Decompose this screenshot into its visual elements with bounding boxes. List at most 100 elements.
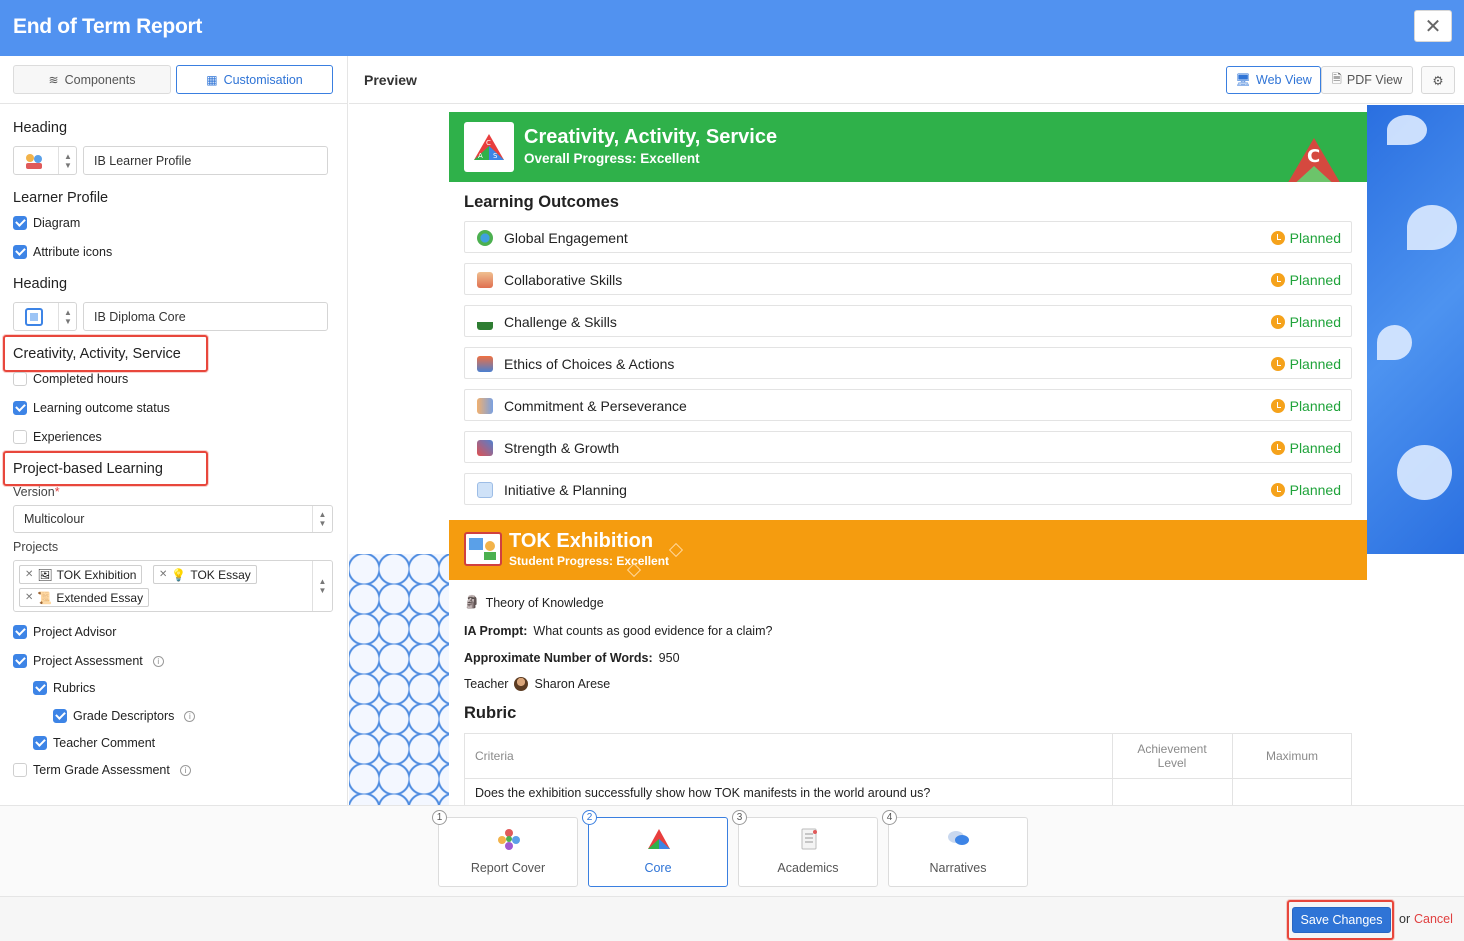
learning-outcome-status-checkbox[interactable]: [13, 401, 27, 415]
rubric-row-criteria: Does the exhibition successfully show ho…: [475, 786, 931, 800]
chevron-updown-icon: ▲ ▼: [312, 561, 332, 611]
knowledge-icon: 🗿: [464, 595, 480, 609]
grade-descriptors-row[interactable]: Grade Descriptors i: [53, 709, 196, 723]
grade-descriptors-checkbox[interactable]: [53, 709, 67, 723]
learning-outcome-status-label: Learning outcome status: [33, 401, 170, 415]
completed-hours-label: Completed hours: [33, 372, 129, 386]
pbl-label: Project-based Learning: [13, 461, 163, 477]
outcome-row: Strength & Growth Planned: [464, 431, 1352, 463]
project-advisor-label: Project Advisor: [33, 625, 117, 639]
attribute-icons-checkbox[interactable]: [13, 245, 27, 259]
heading2-icon-select[interactable]: ▲ ▼: [13, 302, 77, 331]
chat-bubbles-icon: [948, 831, 969, 845]
pdf-view-button[interactable]: 🗎 PDF View: [1321, 66, 1413, 94]
chevron-updown-icon: ▲ ▼: [58, 303, 77, 330]
clock-icon: [1270, 273, 1285, 287]
svg-text:A: A: [478, 152, 483, 160]
project-assessment-checkbox[interactable]: [13, 654, 27, 668]
remove-icon[interactable]: ✕: [159, 569, 167, 580]
essay-icon: 📜: [37, 590, 53, 605]
version-value: Multicolour: [24, 512, 85, 526]
save-changes-button[interactable]: Save Changes: [1292, 907, 1391, 933]
info-icon[interactable]: i: [152, 655, 164, 667]
diagram-checkbox-row[interactable]: Diagram: [13, 216, 80, 230]
project-chip[interactable]: ✕ 📜 Extended Essay: [19, 588, 150, 607]
learning-outcomes-heading: Learning Outcomes: [464, 193, 619, 211]
decorative-pattern-right: [1367, 105, 1464, 554]
project-chip[interactable]: ✕ 🖼 TOK Exhibition: [19, 565, 143, 584]
tab-customisation-label: Customisation: [223, 72, 303, 87]
preview-toolbar: Preview 🖥 Web View 🗎 PDF View ⚙: [349, 56, 1464, 104]
tab-components-label: Components: [64, 72, 136, 87]
outcome-row: Commitment & Perseverance Planned: [464, 389, 1352, 421]
tab-components[interactable]: ≋ Components: [13, 65, 171, 94]
svg-text:C: C: [1307, 146, 1320, 167]
term-grade-assessment-row[interactable]: Term Grade Assessment i: [13, 763, 191, 777]
remove-icon[interactable]: ✕: [25, 569, 33, 580]
heading2-label: Heading: [13, 276, 68, 292]
rubrics-row[interactable]: Rubrics: [33, 681, 95, 695]
heading1-icon-select[interactable]: ▲ ▼: [13, 146, 77, 175]
experiences-checkbox[interactable]: [13, 430, 27, 444]
clock-icon: [1270, 231, 1285, 245]
decorative-pattern-left: [349, 554, 449, 805]
completed-hours-checkbox[interactable]: [13, 372, 27, 386]
info-icon[interactable]: i: [179, 764, 191, 776]
tab-customisation[interactable]: ▦ Customisation: [176, 65, 333, 94]
rubric-table: Criteria Achievement Level Maximum Does …: [464, 733, 1352, 805]
report-cover-icon: [498, 829, 520, 850]
report-preview: C A S Creativity, Activity, Service Over…: [349, 105, 1464, 805]
window-title: End of Term Report: [13, 15, 203, 38]
teacher-line: Teacher Sharon Arese: [464, 677, 611, 691]
step-academics[interactable]: 3 Academics: [732, 810, 878, 887]
clock-icon: [1270, 315, 1285, 329]
outcome-row: Ethics of Choices & Actions Planned: [464, 347, 1352, 379]
attribute-icons-label: Attribute icons: [33, 245, 113, 259]
step-narratives[interactable]: 4 Narratives: [882, 810, 1028, 887]
cas-triangle-icon: [648, 829, 670, 849]
cancel-link[interactable]: Cancel: [1414, 912, 1453, 926]
step-report-cover[interactable]: 1 Report Cover: [432, 810, 578, 887]
web-view-button[interactable]: 🖥 Web View: [1226, 66, 1321, 94]
globe-icon: [477, 230, 493, 246]
sliders-icon: ▦: [206, 72, 218, 87]
close-button[interactable]: ✕: [1414, 10, 1452, 42]
planning-icon: [477, 482, 493, 498]
tok-subject: 🗿 Theory of Knowledge: [464, 595, 604, 610]
project-assessment-row[interactable]: Project Assessment i: [13, 654, 164, 668]
growth-icon: [477, 440, 493, 456]
version-select[interactable]: Multicolour ▲ ▼: [13, 505, 333, 533]
teacher-comment-row[interactable]: Teacher Comment: [33, 736, 155, 750]
clock-icon: [1270, 441, 1285, 455]
heading2-input[interactable]: IB Diploma Core: [83, 302, 328, 331]
term-grade-assessment-checkbox[interactable]: [13, 763, 27, 777]
term-grade-assessment-label: Term Grade Assessment: [33, 763, 170, 777]
project-advisor-row[interactable]: Project Advisor: [13, 625, 116, 639]
document-icon: 🗎: [1331, 71, 1342, 86]
step-core[interactable]: 2 Core: [582, 810, 728, 887]
chevron-updown-icon: ▲ ▼: [58, 147, 77, 174]
heading1-input[interactable]: IB Learner Profile: [83, 146, 328, 175]
project-chip[interactable]: ✕ 💡 TOK Essay: [153, 565, 257, 584]
customisation-panel: ≋ Components ▦ Customisation Heading ▲ ▼ …: [0, 56, 348, 805]
teacher-comment-checkbox[interactable]: [33, 736, 47, 750]
outcome-row: Collaborative Skills Planned: [464, 263, 1352, 295]
attribute-icons-checkbox-row[interactable]: Attribute icons: [13, 245, 112, 259]
completed-hours-row[interactable]: Completed hours: [13, 372, 128, 386]
remove-icon[interactable]: ✕: [25, 592, 33, 603]
info-icon[interactable]: i: [184, 710, 196, 722]
diagram-checkbox[interactable]: [13, 216, 27, 230]
projects-multiselect[interactable]: ✕ 🖼 TOK Exhibition ✕ 💡 TOK Essay ✕ 📜 Extended …: [13, 560, 333, 612]
learner-profile-icon: [26, 154, 42, 169]
word-count: Approximate Number of Words: 950: [464, 651, 680, 665]
experiences-row[interactable]: Experiences: [13, 430, 102, 444]
experiences-label: Experiences: [33, 430, 102, 444]
project-advisor-checkbox[interactable]: [13, 625, 27, 639]
rubrics-checkbox[interactable]: [33, 681, 47, 695]
learning-outcome-status-row[interactable]: Learning outcome status: [13, 401, 170, 415]
exhibition-icon: [464, 532, 502, 566]
lightbulb-icon: 💡: [171, 567, 187, 582]
cas-title: Creativity, Activity, Service: [524, 126, 778, 148]
settings-button[interactable]: ⚙: [1421, 66, 1455, 94]
learner-profile-label: Learner Profile: [13, 190, 109, 206]
